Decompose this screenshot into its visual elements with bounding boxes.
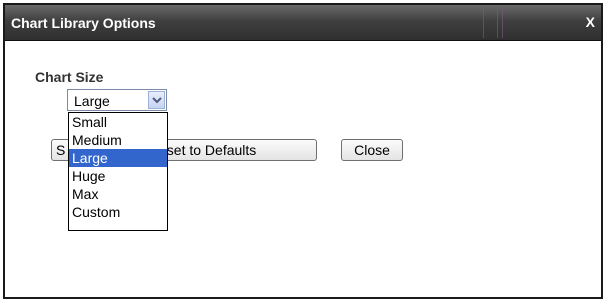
chart-size-selected-value: Large — [74, 93, 110, 109]
chevron-down-icon — [152, 97, 162, 104]
close-button[interactable]: Close — [341, 139, 403, 161]
reset-to-defaults-button[interactable]: eset to Defaults — [155, 139, 317, 161]
option-huge[interactable]: Huge — [69, 167, 167, 185]
dialog-titlebar[interactable]: Chart Library Options X — [5, 5, 601, 41]
chart-size-label: Chart Size — [35, 69, 104, 85]
dropdown-toggle[interactable] — [148, 91, 165, 109]
chart-size-select[interactable]: Large — [67, 89, 167, 111]
option-large[interactable]: Large — [69, 149, 167, 167]
option-custom[interactable]: Custom — [69, 203, 167, 221]
option-medium[interactable]: Medium — [69, 131, 167, 149]
titlebar-artifact — [483, 7, 484, 38]
chart-library-options-dialog: Chart Library Options X Chart Size Large… — [3, 3, 603, 299]
titlebar-artifact — [502, 7, 503, 38]
chart-size-dropdown-list: Small Medium Large Huge Max Custom — [68, 112, 168, 231]
titlebar-artifact — [497, 7, 498, 38]
dialog-title: Chart Library Options — [11, 15, 156, 31]
option-max[interactable]: Max — [69, 185, 167, 203]
option-small[interactable]: Small — [69, 113, 167, 131]
close-dialog-button[interactable]: X — [586, 14, 595, 30]
